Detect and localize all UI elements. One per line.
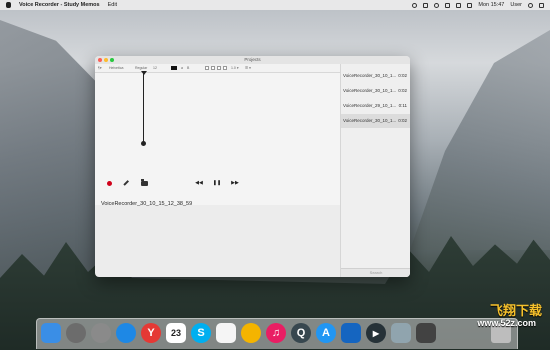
site-watermark-logo: 飞翔下载 <box>489 303 542 318</box>
pencil-icon <box>123 180 129 186</box>
xcode-icon[interactable] <box>341 323 361 343</box>
menu-status-area: Mon 15:47 User <box>412 0 544 10</box>
recording-duration: 0:11 <box>398 103 407 108</box>
notification-center-icon[interactable] <box>539 2 544 8</box>
photos-icon[interactable] <box>241 323 261 343</box>
recording-list-item-selected[interactable]: VoiceRecorder_30_10_1... 0:02 <box>341 114 410 128</box>
desktop-cliff-right <box>410 30 550 250</box>
recording-duration: 0:02 <box>398 88 407 93</box>
recording-duration: 0:02 <box>398 118 407 123</box>
spacing-select[interactable]: 1.0 ▾ <box>231 65 239 71</box>
align-justify-button[interactable] <box>223 66 227 70</box>
spotlight-icon[interactable] <box>528 2 533 8</box>
recordings-sidebar: VoiceRecorder_30_10_1... 0:02 VoiceRecor… <box>340 64 410 277</box>
menu-bar: Voice Recorder - Study Memos Edit Mon 15… <box>0 0 550 10</box>
quicktime-player-icon[interactable]: ▶ <box>366 323 386 343</box>
menu-app-name[interactable]: Voice Recorder - Study Memos <box>19 2 100 8</box>
playhead-handle[interactable] <box>141 141 146 146</box>
launchpad-icon[interactable] <box>66 323 86 343</box>
apple-menu-icon[interactable] <box>6 2 11 8</box>
terminal-icon[interactable] <box>416 323 436 343</box>
dock: Y 23 S ♫ Q A ▶ <box>36 318 518 349</box>
align-left-button[interactable] <box>205 66 209 70</box>
skype-icon[interactable]: S <box>191 323 211 343</box>
paragraph-icon[interactable]: ¶▾ <box>98 65 102 71</box>
quicktime-player-icon-play: ▶ <box>372 328 380 338</box>
align-right-button[interactable] <box>217 66 221 70</box>
itunes-icon[interactable]: ♫ <box>266 323 286 343</box>
wifi-icon[interactable] <box>456 2 462 8</box>
display-icon[interactable] <box>445 2 451 8</box>
itunes-icon-note: ♫ <box>271 327 281 339</box>
recording-list-item[interactable]: VoiceRecorder_30_10_1... 0:02 <box>341 69 410 83</box>
pause-icon: ❚❚ <box>212 180 222 186</box>
rewind-button[interactable]: ◀◀ <box>193 177 205 189</box>
preview-icon[interactable] <box>391 323 411 343</box>
finder-icon[interactable] <box>41 323 61 343</box>
fast-forward-icon: ▶▶ <box>231 180 239 186</box>
status-circle-icon[interactable] <box>412 2 418 8</box>
system-preferences-icon[interactable] <box>91 323 111 343</box>
quicktime-icon-letter: Q <box>296 327 306 339</box>
font-family-select[interactable]: Helvetica <box>109 65 123 71</box>
recording-list-item[interactable]: VoiceRecorder_29_10_1... 0:11 <box>341 99 410 113</box>
font-size-select[interactable]: 12 <box>153 65 157 71</box>
yandex-icon[interactable]: Y <box>141 323 161 343</box>
menu-edit[interactable]: Edit <box>108 2 117 8</box>
skype-icon-letter: S <box>197 327 205 339</box>
yandex-icon-letter: Y <box>147 327 155 339</box>
status-box-icon[interactable] <box>423 2 429 8</box>
recording-list-item[interactable]: VoiceRecorder_30_10_1... 0:02 <box>341 84 410 98</box>
folder-icon <box>140 179 148 186</box>
app-store-icon[interactable]: A <box>316 323 336 343</box>
list-select[interactable]: ☰ ▾ <box>245 65 251 71</box>
recording-name: VoiceRecorder_30_10_1... <box>343 118 397 123</box>
recording-duration: 0:02 <box>398 73 407 78</box>
fast-forward-button[interactable]: ▶▶ <box>229 177 241 189</box>
app-store-icon-letter: A <box>322 327 330 339</box>
safari-icon[interactable] <box>116 323 136 343</box>
recording-name: VoiceRecorder_30_10_1... <box>343 88 397 93</box>
rewind-icon: ◀◀ <box>195 180 203 186</box>
voice-recorder-window: Projects ¶▾ Helvetica Regular 12 a B 1.0… <box>95 56 410 277</box>
edit-button[interactable] <box>120 177 132 189</box>
align-center-button[interactable] <box>211 66 215 70</box>
record-icon <box>106 180 112 186</box>
recording-name: VoiceRecorder_30_10_1... <box>343 73 397 78</box>
battery-icon[interactable] <box>467 2 473 8</box>
bold-button[interactable]: a <box>181 65 183 71</box>
text-color-swatch[interactable] <box>171 66 177 70</box>
current-file-name: VoiceRecorder_30_10_15_12_38_59 <box>101 201 193 207</box>
playhead-line[interactable] <box>143 73 144 143</box>
time-machine-icon[interactable] <box>434 2 440 8</box>
calendar-icon-date: 23 <box>170 328 181 338</box>
waveform-editor[interactable]: ◀◀ ❚❚ ▶▶ VoiceRecorder_30_10_15_12_38_59 <box>95 71 340 207</box>
italic-button[interactable]: B <box>187 65 189 71</box>
pause-button[interactable]: ❚❚ <box>211 177 223 189</box>
notes-icon[interactable] <box>216 323 236 343</box>
recording-name: VoiceRecorder_29_10_1... <box>343 103 397 108</box>
menu-user[interactable]: User <box>510 2 522 8</box>
quicktime-icon[interactable]: Q <box>291 323 311 343</box>
site-watermark-url: www.52z.com <box>477 318 536 328</box>
calendar-icon[interactable]: 23 <box>166 323 186 343</box>
menu-clock[interactable]: Mon 15:47 <box>478 2 504 8</box>
search-field[interactable]: Search <box>341 268 410 277</box>
open-folder-button[interactable] <box>138 177 150 189</box>
recorder-controls: ◀◀ ❚❚ ▶▶ <box>95 173 340 193</box>
record-button[interactable] <box>103 177 115 189</box>
format-toolbar: ¶▾ Helvetica Regular 12 a B 1.0 ▾ ☰ ▾ <box>95 64 340 73</box>
window-title: Projects <box>244 57 261 62</box>
